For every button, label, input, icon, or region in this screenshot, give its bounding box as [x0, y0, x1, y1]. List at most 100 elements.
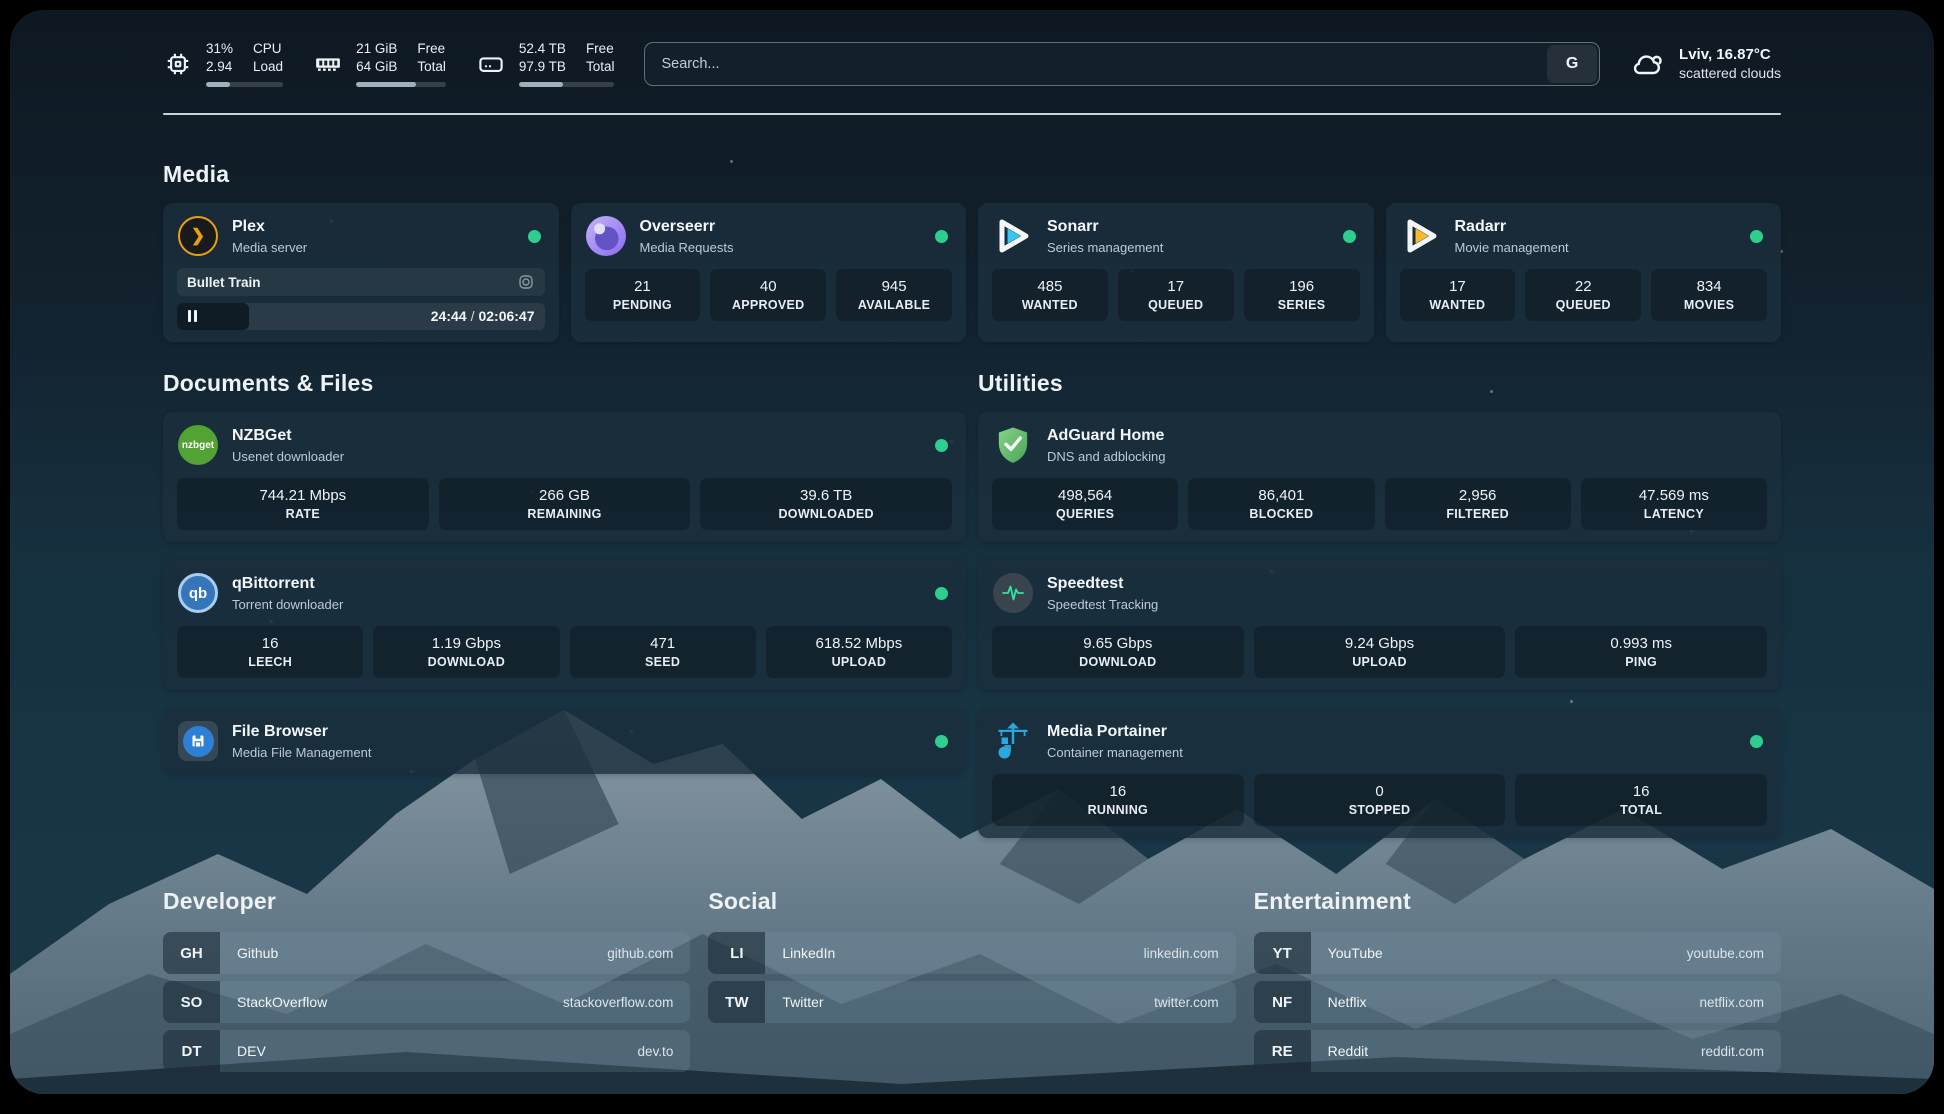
bookmark-netflix[interactable]: NF Netflix netflix.com — [1254, 981, 1781, 1023]
stat-block: 0.993 msPING — [1515, 626, 1767, 678]
bookmark-url: stackoverflow.com — [563, 981, 690, 1023]
stat-block: 471SEED — [570, 626, 756, 678]
section-title-utilities: Utilities — [978, 370, 1781, 397]
service-card-overseerr[interactable]: Overseerr Media Requests 21PENDING 40APP… — [571, 203, 967, 342]
bookmark-url: netflix.com — [1699, 981, 1781, 1023]
now-playing-icon — [517, 273, 535, 291]
weather-location-temp: Lviv, 16.87°C — [1679, 45, 1781, 64]
service-title: Speedtest — [1047, 574, 1767, 594]
stat-block: 9.24 GbpsUPLOAD — [1254, 626, 1506, 678]
search-input[interactable] — [644, 42, 1600, 86]
service-title: AdGuard Home — [1047, 426, 1767, 446]
disk-progress-bar — [519, 82, 615, 87]
stat-block: 945AVAILABLE — [836, 269, 952, 321]
service-subtitle: Media Requests — [640, 239, 923, 256]
weather-widget: Lviv, 16.87°C scattered clouds — [1630, 45, 1781, 83]
memory-free-label: Free — [417, 40, 446, 58]
bookmark-stackoverflow[interactable]: SO StackOverflow stackoverflow.com — [163, 981, 690, 1023]
memory-total-label: Total — [417, 58, 446, 76]
now-playing-time: 24:44/02:06:47 — [431, 308, 535, 324]
stat-block: 196SERIES — [1244, 269, 1360, 321]
bookmark-name: StackOverflow — [220, 981, 563, 1023]
bookmark-name: LinkedIn — [765, 932, 1143, 974]
stat-block: 1.19 GbpsDOWNLOAD — [373, 626, 559, 678]
stat-block: 834MOVIES — [1651, 269, 1767, 321]
service-subtitle: Torrent downloader — [232, 596, 922, 613]
disk-total-value: 97.9 TB — [519, 58, 566, 76]
filebrowser-icon — [177, 720, 219, 762]
bookmark-github[interactable]: GH Github github.com — [163, 932, 690, 974]
stat-block: 618.52 MbpsUPLOAD — [766, 626, 952, 678]
cpu-icon — [163, 49, 193, 79]
stat-block: 16RUNNING — [992, 774, 1244, 826]
service-title: File Browser — [232, 722, 922, 742]
disk-free-value: 52.4 TB — [519, 40, 566, 58]
status-dot — [935, 439, 948, 452]
service-title: Overseerr — [640, 217, 923, 237]
memory-free-value: 21 GiB — [356, 40, 397, 58]
header-divider — [163, 113, 1781, 115]
service-card-sonarr[interactable]: Sonarr Series management 485WANTED 17QUE… — [978, 203, 1374, 342]
dashboard-page: 31% 2.94 CPU Load — [10, 10, 1934, 1094]
overseerr-icon — [585, 215, 627, 257]
search-provider-button[interactable]: G — [1547, 45, 1597, 83]
bookmark-name: Twitter — [765, 981, 1154, 1023]
plex-icon: ❯ — [177, 215, 219, 257]
service-title: NZBGet — [232, 426, 922, 446]
stat-block: 17WANTED — [1400, 269, 1516, 321]
bookmark-abbr: LI — [708, 932, 765, 974]
service-card-filebrowser[interactable]: File Browser Media File Management — [163, 708, 966, 774]
disk-total-label: Total — [586, 58, 615, 76]
stat-block: 17QUEUED — [1118, 269, 1234, 321]
cpu-load-label: Load — [253, 58, 283, 76]
bookmark-name: Reddit — [1311, 1030, 1701, 1072]
resource-widgets: 31% 2.94 CPU Load — [163, 40, 614, 87]
memory-icon — [313, 49, 343, 79]
now-playing-title: Bullet Train — [187, 275, 261, 290]
top-bar: 31% 2.94 CPU Load — [163, 40, 1781, 87]
now-playing-progress[interactable]: 24:44/02:06:47 — [177, 303, 545, 330]
stat-block: 0STOPPED — [1254, 774, 1506, 826]
service-card-plex[interactable]: ❯ Plex Media server Bullet Train — [163, 203, 559, 342]
section-title-developer: Developer — [163, 888, 690, 915]
service-card-portainer[interactable]: Media Portainer Container management 16R… — [978, 708, 1781, 838]
stat-block: 16LEECH — [177, 626, 363, 678]
stat-block: 9.65 GbpsDOWNLOAD — [992, 626, 1244, 678]
service-subtitle: Series management — [1047, 239, 1330, 256]
service-card-qbittorrent[interactable]: qb qBittorrent Torrent downloader 16LEEC… — [163, 560, 966, 690]
bookmark-reddit[interactable]: RE Reddit reddit.com — [1254, 1030, 1781, 1072]
service-subtitle: Media server — [232, 239, 515, 256]
bookmark-abbr: NF — [1254, 981, 1311, 1023]
bookmark-abbr: YT — [1254, 932, 1311, 974]
stat-block: 744.21 MbpsRATE — [177, 478, 429, 530]
stat-block: 86,401BLOCKED — [1188, 478, 1374, 530]
bookmark-abbr: RE — [1254, 1030, 1311, 1072]
service-subtitle: DNS and adblocking — [1047, 448, 1767, 465]
memory-widget: 21 GiB 64 GiB Free Total — [313, 40, 446, 87]
stat-block: 485WANTED — [992, 269, 1108, 321]
disk-free-label: Free — [586, 40, 615, 58]
status-dot — [1750, 230, 1763, 243]
pause-icon — [188, 310, 197, 322]
bookmark-linkedin[interactable]: LI LinkedIn linkedin.com — [708, 932, 1235, 974]
search-bar: G — [644, 42, 1600, 86]
service-card-radarr[interactable]: Radarr Movie management 17WANTED 22QUEUE… — [1386, 203, 1782, 342]
memory-progress-bar — [356, 82, 446, 87]
qbittorrent-icon: qb — [177, 572, 219, 614]
bookmark-url: linkedin.com — [1144, 932, 1236, 974]
stat-block: 40APPROVED — [710, 269, 826, 321]
cpu-load-value: 2.94 — [206, 58, 233, 76]
cpu-progress-bar — [206, 82, 283, 87]
service-card-speedtest[interactable]: Speedtest Speedtest Tracking 9.65 GbpsDO… — [978, 560, 1781, 690]
cpu-widget: 31% 2.94 CPU Load — [163, 40, 283, 87]
service-subtitle: Usenet downloader — [232, 448, 922, 465]
bookmark-name: Netflix — [1311, 981, 1700, 1023]
service-subtitle: Container management — [1047, 744, 1737, 761]
bookmark-youtube[interactable]: YT YouTube youtube.com — [1254, 932, 1781, 974]
bookmark-dev[interactable]: DT DEV dev.to — [163, 1030, 690, 1072]
service-subtitle: Speedtest Tracking — [1047, 596, 1767, 613]
service-card-adguard[interactable]: AdGuard Home DNS and adblocking 498,564Q… — [978, 412, 1781, 542]
bookmark-abbr: TW — [708, 981, 765, 1023]
service-card-nzbget[interactable]: nzbget NZBGet Usenet downloader 744.21 M… — [163, 412, 966, 542]
bookmark-twitter[interactable]: TW Twitter twitter.com — [708, 981, 1235, 1023]
